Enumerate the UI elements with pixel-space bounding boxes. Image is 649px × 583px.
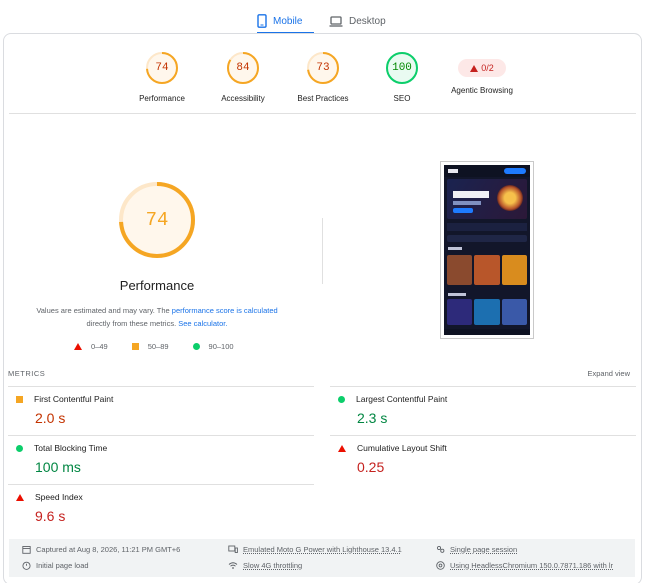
page-screenshot-image xyxy=(444,165,530,335)
smartphone-icon xyxy=(257,14,267,28)
average-square-icon xyxy=(131,343,139,350)
legend-label: 90–100 xyxy=(208,342,234,351)
metric-value: 2.3 s xyxy=(357,410,388,426)
tab-mobile[interactable]: Mobile xyxy=(257,8,314,34)
category-agentic-browsing[interactable]: 0/2 Agentic Browsing xyxy=(437,51,527,95)
category-label: Performance xyxy=(139,94,185,103)
metric-label: Cumulative Layout Shift xyxy=(357,443,447,453)
metric-value: 100 ms xyxy=(35,459,81,475)
timer-icon xyxy=(22,561,31,570)
metric-label: Largest Contentful Paint xyxy=(356,394,448,404)
laptop-icon xyxy=(329,15,343,27)
pass-circle-icon xyxy=(16,444,23,452)
devices-icon xyxy=(228,545,238,553)
footer-throttling[interactable]: Slow 4G throttling xyxy=(228,561,302,570)
pass-circle-icon xyxy=(338,395,345,403)
footer-browser[interactable]: Using HeadlessChromium 150.0.7871.186 wi… xyxy=(436,561,613,570)
runtime-settings: Captured at Aug 8, 2026, 11:21 PM GMT+6 … xyxy=(9,539,635,577)
tab-desktop-label: Desktop xyxy=(349,15,386,27)
category-label: Best Practices xyxy=(297,94,349,103)
metric-divider xyxy=(8,435,314,436)
wifi-icon xyxy=(228,562,238,569)
device-text: Emulated Moto G Power with Lighthouse 13… xyxy=(243,545,402,554)
score-gauge: 74 xyxy=(145,51,179,85)
fail-triangle-icon xyxy=(470,64,479,72)
legend-label: 0–49 xyxy=(91,342,108,351)
legend-pass: 90–100 xyxy=(192,342,234,351)
agentic-score: 0/2 xyxy=(481,63,494,73)
metrics-header: METRICS xyxy=(8,369,46,378)
metric-lcp: Largest Contentful Paint 2.3 s xyxy=(338,394,447,426)
footer-captured: Captured at Aug 8, 2026, 11:21 PM GMT+6 xyxy=(22,545,180,554)
legend-label: 50–89 xyxy=(147,342,169,351)
score-legend: 0–49 50–89 90–100 xyxy=(74,342,258,351)
fail-triangle-icon xyxy=(338,444,346,452)
fail-triangle-icon xyxy=(74,343,82,350)
metric-label: Total Blocking Time xyxy=(34,443,108,453)
category-seo[interactable]: 100 SEO xyxy=(357,51,447,103)
divider xyxy=(9,113,636,114)
score-value: 100 xyxy=(392,62,412,74)
category-accessibility[interactable]: 84 Accessibility xyxy=(198,51,288,103)
metric-divider xyxy=(330,386,636,387)
browser-text: Using HeadlessChromium 150.0.7871.186 wi… xyxy=(450,561,614,570)
chrome-icon xyxy=(436,561,445,570)
score-value: 74 xyxy=(155,62,169,74)
people-icon xyxy=(436,545,445,553)
agentic-badge: 0/2 xyxy=(458,59,506,77)
average-square-icon xyxy=(16,395,23,403)
footer-device[interactable]: Emulated Moto G Power with Lighthouse 13… xyxy=(228,545,402,554)
metric-value: 0.25 xyxy=(357,459,385,475)
captured-text: Captured at Aug 8, 2026, 11:21 PM GMT+6 xyxy=(36,545,181,554)
fail-triangle-icon xyxy=(16,493,24,501)
metric-tbt: Total Blocking Time 100 ms xyxy=(16,443,107,475)
device-tabs: Mobile Desktop xyxy=(0,0,649,34)
throttling-text: Slow 4G throttling xyxy=(243,561,303,570)
metric-fcp: First Contentful Paint 2.0 s xyxy=(16,394,113,426)
final-screenshot[interactable] xyxy=(440,161,534,339)
legend-average: 50–89 xyxy=(131,342,169,351)
score-gauge: 100 xyxy=(385,51,419,85)
footer-session[interactable]: Single page session xyxy=(436,545,517,554)
calendar-icon xyxy=(22,546,31,554)
metric-cls: Cumulative Layout Shift 0.25 xyxy=(338,443,447,475)
score-gauge: 84 xyxy=(226,51,260,85)
performance-note: Values are estimated and may vary. The p… xyxy=(27,304,287,330)
metric-label: Speed Index xyxy=(35,492,83,502)
note-text: directly from these metrics. xyxy=(86,319,179,328)
score-calculated-link[interactable]: performance score is calculated xyxy=(172,306,278,315)
metric-value: 9.6 s xyxy=(35,508,66,524)
pass-circle-icon xyxy=(192,343,200,350)
note-text: Values are estimated and may vary. The xyxy=(36,306,172,315)
metric-divider xyxy=(8,386,314,387)
metric-divider xyxy=(330,435,636,436)
see-calculator-link[interactable]: See calculator. xyxy=(178,319,227,328)
performance-gauge: 74 xyxy=(117,180,197,260)
category-performance[interactable]: 74 Performance xyxy=(117,51,207,103)
score-value: 84 xyxy=(236,62,250,74)
legend-fail: 0–49 xyxy=(74,342,108,351)
metric-divider xyxy=(8,484,314,485)
category-label: SEO xyxy=(393,94,411,103)
score-value: 73 xyxy=(316,62,330,74)
session-text: Single page session xyxy=(450,545,518,554)
score-gauge: 73 xyxy=(306,51,340,85)
vertical-divider xyxy=(322,218,323,284)
footer-load: Initial page load xyxy=(22,561,89,570)
performance-score: 74 xyxy=(145,209,169,231)
metric-label: First Contentful Paint xyxy=(34,394,114,404)
expand-view-toggle[interactable]: Expand view xyxy=(587,369,630,378)
report-card: 74 Performance 84 Accessibility 73 Best … xyxy=(3,33,642,583)
load-text: Initial page load xyxy=(36,561,89,570)
category-label: Accessibility xyxy=(221,94,265,103)
tab-mobile-label: Mobile xyxy=(273,15,303,27)
performance-title: Performance xyxy=(119,278,195,293)
metric-value: 2.0 s xyxy=(35,410,66,426)
category-best-practices[interactable]: 73 Best Practices xyxy=(278,51,368,103)
category-label: Agentic Browsing xyxy=(451,86,513,95)
tab-desktop[interactable]: Desktop xyxy=(329,8,386,34)
metric-speed-index: Speed Index 9.6 s xyxy=(16,492,83,524)
